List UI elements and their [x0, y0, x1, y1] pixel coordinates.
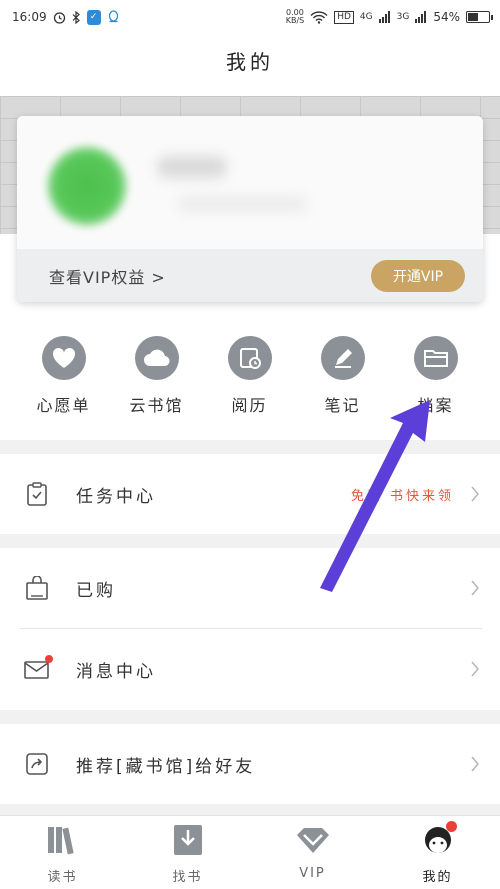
- nav-tab-mine[interactable]: 我的: [375, 816, 500, 889]
- profile-card: 查看VIP权益 > 开通VIP: [17, 116, 483, 302]
- diamond-icon: [295, 822, 331, 858]
- folder-icon: [413, 336, 458, 380]
- menu-row-recommend-to-friends[interactable]: 推荐[藏书馆]给好友: [0, 724, 500, 804]
- username-blurred: [157, 156, 227, 178]
- hd-badge: HD: [334, 10, 354, 24]
- chevron-right-icon: [471, 661, 479, 677]
- menu-row-label: 消息中心: [76, 661, 156, 682]
- section-divider: [0, 804, 500, 815]
- signal-bars-icon: [378, 11, 391, 23]
- battery-icon: [466, 11, 493, 23]
- quick-action-label: 心愿单: [36, 396, 91, 415]
- user-info-blurred: [177, 196, 307, 212]
- unread-badge: [45, 655, 53, 663]
- chevron-right-icon: [471, 580, 479, 596]
- quick-action-notes[interactable]: 笔记: [296, 336, 389, 416]
- profile-card-top[interactable]: [17, 116, 483, 249]
- quick-action-reading-history[interactable]: 阅历: [203, 336, 296, 416]
- profile-avatar-icon: [420, 821, 457, 858]
- avatar[interactable]: [47, 146, 127, 226]
- menu-row-label: 任务中心: [76, 486, 156, 507]
- quick-action-label: 阅历: [231, 396, 268, 415]
- menu-row-label: 推荐[藏书馆]给好友: [76, 756, 256, 777]
- nav-label: 我的: [422, 870, 453, 885]
- nav-tab-read[interactable]: 读书: [0, 816, 125, 889]
- quick-action-archive[interactable]: 档案: [389, 336, 482, 416]
- alarm-icon: [53, 11, 66, 24]
- status-bar: 16:09 ✓ 0.00 KB/S HD 4G 3G 54%: [0, 0, 500, 34]
- download-book-icon: [170, 822, 206, 858]
- quick-action-label: 档案: [417, 396, 454, 415]
- vip-bar: 查看VIP权益 > 开通VIP: [17, 249, 483, 302]
- calendar-clock-icon: [227, 336, 272, 380]
- quick-actions: 心愿单 云书馆 阅历 笔记 档案: [0, 336, 500, 416]
- section-divider: [0, 534, 500, 548]
- signal-4g-label: 4G: [359, 12, 373, 22]
- status-right: 0.00 KB/S HD 4G 3G 54%: [286, 9, 493, 25]
- shopping-bag-icon: [24, 575, 50, 601]
- wifi-icon: [310, 10, 328, 24]
- heart-icon: [41, 336, 86, 380]
- section-divider: [0, 440, 500, 454]
- net-speed-unit: KB/S: [285, 16, 305, 25]
- menu-row-task-center[interactable]: 任务中心 免费 书快来领: [0, 454, 500, 534]
- nav-tab-find-books[interactable]: 找书: [125, 816, 250, 889]
- menu-row-purchased[interactable]: 已购: [0, 548, 500, 628]
- free-book-promo: 免费 书快来领: [350, 488, 454, 504]
- status-left: 16:09 ✓: [12, 9, 120, 25]
- quick-action-label: 笔记: [324, 396, 361, 415]
- share-icon: [24, 751, 50, 777]
- nav-label: 找书: [172, 870, 203, 885]
- security-shield-icon: ✓: [86, 9, 101, 25]
- pen-icon: [320, 336, 365, 380]
- nav-label: VIP: [299, 866, 326, 881]
- open-vip-button[interactable]: 开通VIP: [371, 259, 465, 292]
- net-speed: 0.00 KB/S: [286, 9, 305, 25]
- nav-label: 读书: [47, 870, 78, 885]
- page-title: 我的: [226, 50, 274, 74]
- status-time: 16:09: [12, 10, 47, 24]
- qq-icon: [107, 10, 120, 24]
- battery-fill: [468, 13, 479, 21]
- bottom-nav: 读书 找书 VIP 我的: [0, 815, 500, 889]
- quick-action-cloud-library[interactable]: 云书馆: [110, 336, 203, 416]
- view-vip-benefits-link[interactable]: 查看VIP权益 >: [49, 264, 166, 288]
- books-icon: [45, 822, 81, 858]
- chevron-right-icon: [471, 756, 479, 772]
- notification-badge: [445, 821, 457, 832]
- mail-icon: [24, 655, 53, 682]
- menu-row-label: 已购: [76, 580, 116, 601]
- quick-action-wishlist[interactable]: 心愿单: [17, 336, 110, 416]
- menu-row-messages[interactable]: 消息中心: [0, 629, 500, 709]
- section-divider: [0, 710, 500, 724]
- signal-3g-label: 3G: [396, 12, 410, 22]
- battery-percent: 54%: [433, 10, 460, 24]
- signal-bars-icon: [415, 11, 427, 23]
- clipboard-icon: [24, 481, 50, 507]
- cloud-icon: [134, 336, 179, 380]
- bluetooth-icon: [72, 10, 81, 24]
- nav-tab-vip[interactable]: VIP: [250, 816, 375, 889]
- quick-action-label: 云书馆: [129, 396, 184, 415]
- chevron-right-icon: [471, 486, 479, 502]
